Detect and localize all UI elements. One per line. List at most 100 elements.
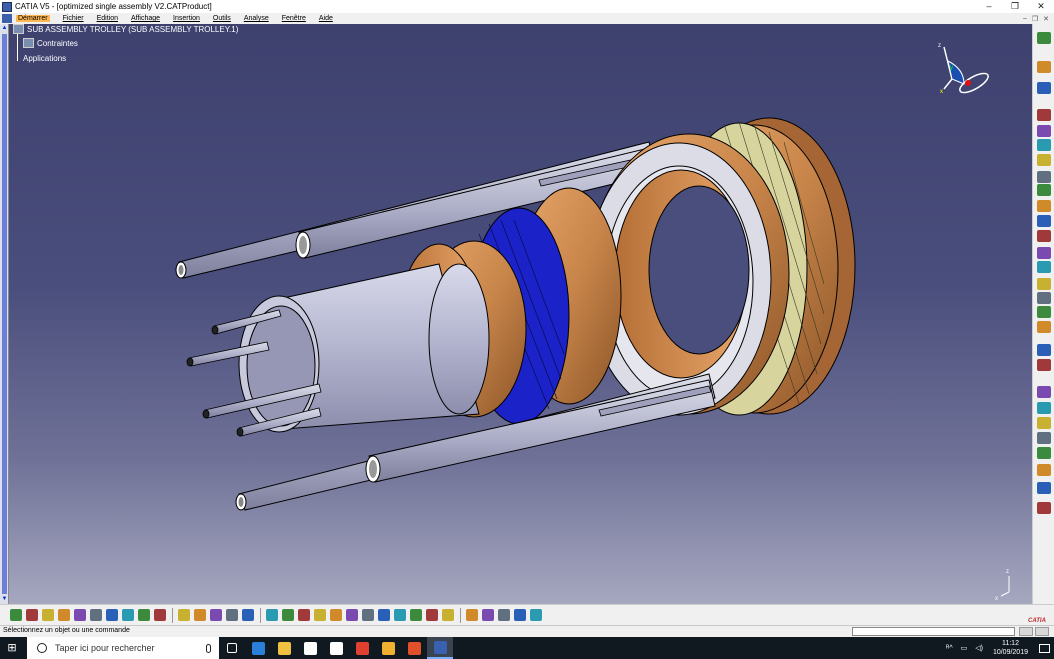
smart-move-icon[interactable] [1037,321,1051,333]
minimize-button[interactable]: – [976,0,1002,13]
status-button-1[interactable] [1019,627,1033,636]
steel-tube[interactable] [238,263,490,433]
tray-icons[interactable]: ᴿ^ [946,645,952,652]
zoom-out-icon[interactable] [330,609,342,621]
product-icon[interactable] [1037,154,1051,166]
measure-icon[interactable] [1037,447,1051,459]
constraint-fix-icon[interactable] [1037,417,1051,429]
file-explorer-icon[interactable] [271,637,297,659]
menu-demarrer[interactable]: Démarrer [16,15,50,22]
clash-icon[interactable] [1037,464,1051,476]
windows-start-icon[interactable]: ⊞ [0,637,24,659]
sketch-icon[interactable] [1037,109,1051,121]
constraint-coincidence-icon[interactable] [1037,344,1051,356]
new-icon[interactable] [10,609,22,621]
doc-restore-button[interactable]: ❐ [1032,15,1038,23]
doc-minimize-button[interactable]: – [1023,15,1027,22]
formula-icon[interactable] [178,609,190,621]
web-icon[interactable] [498,609,510,621]
folder-icon[interactable] [375,637,401,659]
constraint-contact-icon[interactable] [1037,359,1051,371]
assembly-model[interactable]: z x [9,24,1032,604]
scroll-track[interactable] [2,34,7,594]
save-icon[interactable] [42,609,54,621]
design-table-icon[interactable] [210,609,222,621]
notification-icon[interactable] [1034,637,1054,659]
3d-viewport[interactable]: z x SUB ASSEMBLY TROLLEY (SUB ASSEMBLY T… [9,24,1032,604]
rotate-view-icon[interactable] [298,609,310,621]
office-icon[interactable] [401,637,427,659]
fit-all-icon[interactable] [266,609,278,621]
comment-icon[interactable] [194,609,206,621]
catalog-icon[interactable] [1037,502,1051,514]
menu-analyse[interactable]: Analyse [244,15,269,22]
tree-root[interactable]: SUB ASSEMBLY TROLLEY (SUB ASSEMBLY TROLL… [13,24,238,34]
doc-close-button[interactable]: ✕ [1043,15,1049,23]
menu-fichier[interactable]: Fichier [63,15,84,22]
part-icon[interactable] [1037,171,1051,183]
maximize-button[interactable]: ❐ [1002,0,1028,13]
fly-icon[interactable] [1037,82,1051,94]
properties-icon[interactable] [466,609,478,621]
copy-icon[interactable] [90,609,102,621]
volume-icon[interactable]: ◁) [975,644,983,652]
network-icon[interactable]: ▭ [961,644,968,652]
menu-edition[interactable]: Edition [97,15,118,22]
whats-this-icon[interactable] [154,609,166,621]
menu-outils[interactable]: Outils [213,15,231,22]
clock[interactable]: 11:12 10/09/2019 [993,639,1028,657]
microphone-icon[interactable] [206,643,211,653]
chrome-icon[interactable] [349,637,375,659]
edge-icon[interactable] [245,637,271,659]
command-input[interactable] [852,627,1015,636]
numbering-icon[interactable] [1037,247,1051,259]
menu-aide[interactable]: Aide [319,15,333,22]
component-icon[interactable] [1037,139,1051,151]
scroll-up-icon[interactable]: ▲ [1,25,8,32]
update-icon[interactable] [1037,432,1051,444]
update-all-icon[interactable] [514,609,526,621]
explode-icon[interactable] [1037,278,1051,290]
mail-icon[interactable] [323,637,349,659]
hide-show-icon[interactable] [394,609,406,621]
constraint-angle-icon[interactable] [1037,402,1051,414]
tree-node-contraintes[interactable]: Contraintes [23,38,78,48]
swap-icon[interactable] [410,609,422,621]
pan-icon[interactable] [282,609,294,621]
cursor-icon[interactable] [1037,61,1051,73]
print-icon[interactable] [58,609,70,621]
tree-scrollbar[interactable]: ▲ ▼ [0,24,9,604]
spec-tree-icon[interactable] [242,609,254,621]
scroll-down-icon[interactable]: ▼ [1,596,8,603]
menu-affichage[interactable]: Affichage [131,15,160,22]
zoom-in-icon[interactable] [314,609,326,621]
store-icon[interactable] [297,637,323,659]
multi-view-icon[interactable] [530,609,542,621]
scenes-icon[interactable] [1037,261,1051,273]
quick-select-icon[interactable] [426,609,438,621]
paste-icon[interactable] [106,609,118,621]
tree-node-applications[interactable]: Applications [23,54,66,63]
catia-taskbar-icon[interactable] [427,637,453,659]
status-button-2[interactable] [1035,627,1049,636]
close-button[interactable]: ✕ [1028,0,1054,13]
undo-icon[interactable] [122,609,134,621]
rotate-icon[interactable] [1037,32,1051,44]
taskbar-search[interactable]: Taper ici pour rechercher [27,637,219,659]
normal-view-icon[interactable] [346,609,358,621]
menu-fenetre[interactable]: Fenêtre [282,15,306,22]
section-icon[interactable] [1037,482,1051,494]
replace-icon[interactable] [1037,200,1051,212]
reorder-icon[interactable] [1037,230,1051,242]
document-icon[interactable] [2,14,12,23]
existing-component-icon[interactable] [1037,184,1051,196]
compass-icon[interactable]: z x y [934,39,994,109]
law-icon[interactable] [226,609,238,621]
cut-icon[interactable] [74,609,86,621]
task-view-icon[interactable] [219,637,245,659]
constraint-offset-icon[interactable] [1037,386,1051,398]
redo-icon[interactable] [138,609,150,621]
manipulate-icon[interactable] [1037,292,1051,304]
menu-insertion[interactable]: Insertion [173,15,200,22]
assembly-icon[interactable] [1037,125,1051,137]
